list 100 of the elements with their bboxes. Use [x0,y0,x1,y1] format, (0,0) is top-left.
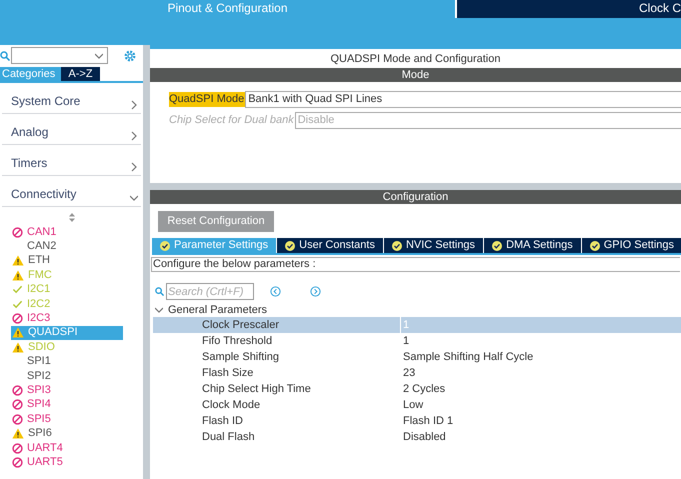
chevron-down-icon [130,193,138,203]
view-tab[interactable]: A->Z [61,67,100,81]
parameter-name: Flash ID [153,413,401,429]
peripheral-item[interactable]: UART4 [11,440,123,456]
field-label: QuadSPI Mode [169,92,246,107]
parameter-value: 1 [402,334,410,349]
parameter-value: 23 [402,366,416,381]
parameter-name: Dual Flash [153,429,401,445]
peripheral-label: QUADSPI [28,326,78,340]
configuration-header: Configuration [150,190,681,204]
panel-title: QUADSPI Mode and Configuration [330,52,502,67]
search-icon [0,50,10,60]
parameter-name: Fifo Threshold [153,333,401,349]
peripheral-item[interactable]: SPI6 [11,426,123,441]
parameter-value: 2 Cycles [402,382,446,397]
peripheral-label: UART5 [27,456,63,469]
parameter-value: Sample Shifting Half Cycle [402,350,534,365]
parameter-row[interactable]: Sample Shifting Sample Shifting Half Cycle [153,349,681,365]
warning-icon [12,428,24,440]
peripheral-item[interactable]: I2C3 [11,311,123,326]
peripheral-label: SPI4 [27,398,51,412]
settings-tab[interactable]: GPIO Settings [582,238,681,253]
peripheral-label: SPI5 [27,412,51,426]
prohibited-icon [12,414,23,425]
peripheral-item[interactable]: SPI1 [11,354,123,369]
settings-tab[interactable]: DMA Settings [484,238,582,253]
parameter-row[interactable]: Dual Flash Disabled [153,429,681,445]
parameter-value: Flash ID 1 [402,414,454,429]
parameter-value: Low [402,398,424,413]
prohibited-icon [12,313,23,324]
warning-icon [12,255,24,266]
warning-icon [12,342,24,353]
parameter-row[interactable]: Chip Select High Time 2 Cycles [153,381,681,397]
chevron-right-icon [130,162,138,172]
next-icon[interactable] [310,286,321,297]
peripheral-label: SPI6 [28,427,52,440]
prohibited-icon [12,442,23,454]
peripheral-label: CAN1 [27,226,56,239]
prohibited-icon [12,456,23,468]
peripheral-label: UART4 [27,442,63,455]
peripheral-label: SPI1 [27,355,51,368]
check-icon [12,298,23,310]
group-header[interactable]: General Parameters [155,303,681,317]
peripheral-item[interactable]: SPI2 [11,368,123,384]
parameter-row[interactable]: Clock Mode Low [153,397,681,413]
check-circle-icon [590,240,600,250]
peripheral-label: SPI3 [27,384,51,397]
parameter-name: Clock Mode [153,397,401,413]
peripheral-item[interactable]: SPI4 [11,398,123,412]
settings-icon[interactable] [123,48,137,62]
peripheral-label: CAN2 [27,240,56,254]
check-icon [12,284,23,296]
check-circle-icon [492,240,502,250]
parameter-name: Sample Shifting [153,349,401,365]
peripheral-item[interactable]: UART5 [11,455,123,470]
prohibited-icon [12,384,23,396]
parameter-row[interactable]: Flash ID Flash ID 1 [153,413,681,429]
prohibited-icon [12,399,23,410]
parameter-value: Disabled [402,430,446,445]
peripheral-item[interactable]: SPI5 [11,412,123,426]
warning-icon [12,270,24,281]
dropdown-caret-icon [95,50,103,60]
peripheral-label: I2C2 [27,298,50,311]
value-field[interactable]: Bank1 with Quad SPI Lines [245,91,681,108]
peripheral-label: ETH [28,254,50,268]
top-tab[interactable]: Clock C [454,0,681,18]
warning-icon [12,327,24,338]
parameter-value: 1 [402,318,410,333]
peripheral-label: I2C3 [27,312,50,326]
parameter-search-field[interactable]: Search (Crtl+F) [166,283,254,300]
previous-icon[interactable] [270,286,281,297]
category-item[interactable]: Analog [2,114,141,145]
peripheral-item[interactable]: CAN2 [11,239,123,254]
parameter-row[interactable]: Flash Size 23 [153,365,681,381]
field-label: Chip Select for Dual bank [169,113,295,128]
chevron-down-icon [155,305,163,315]
chevron-right-icon [130,131,138,141]
hint-field: Configure the below parameters : [151,257,680,272]
search-dropdown[interactable] [11,47,108,64]
peripheral-label: I2C1 [27,283,50,296]
peripheral-item[interactable]: ETH [11,254,123,268]
category-item[interactable]: System Core [2,83,141,114]
prohibited-icon [12,226,23,238]
category-item[interactable]: Connectivity [2,176,141,207]
category-item[interactable]: Timers [2,145,141,176]
parameter-name: Flash Size [153,365,401,381]
parameter-name: Clock Prescaler [153,317,401,333]
settings-tab[interactable]: User Constants [277,238,384,253]
peripheral-item[interactable]: SPI3 [11,383,123,398]
parameter-row[interactable]: Clock Prescaler 1 [153,317,681,333]
peripheral-item[interactable]: CAN1 [11,225,123,240]
chevron-right-icon [130,100,138,110]
search-icon [155,287,164,296]
settings-tab[interactable]: NVIC Settings [384,238,484,253]
check-circle-icon [160,240,170,250]
check-circle-icon [285,240,296,250]
parameter-row[interactable]: Fifo Threshold 1 [153,333,681,349]
sort-icon[interactable] [68,213,74,222]
check-circle-icon [392,240,402,250]
mode-header: Mode [150,68,681,82]
